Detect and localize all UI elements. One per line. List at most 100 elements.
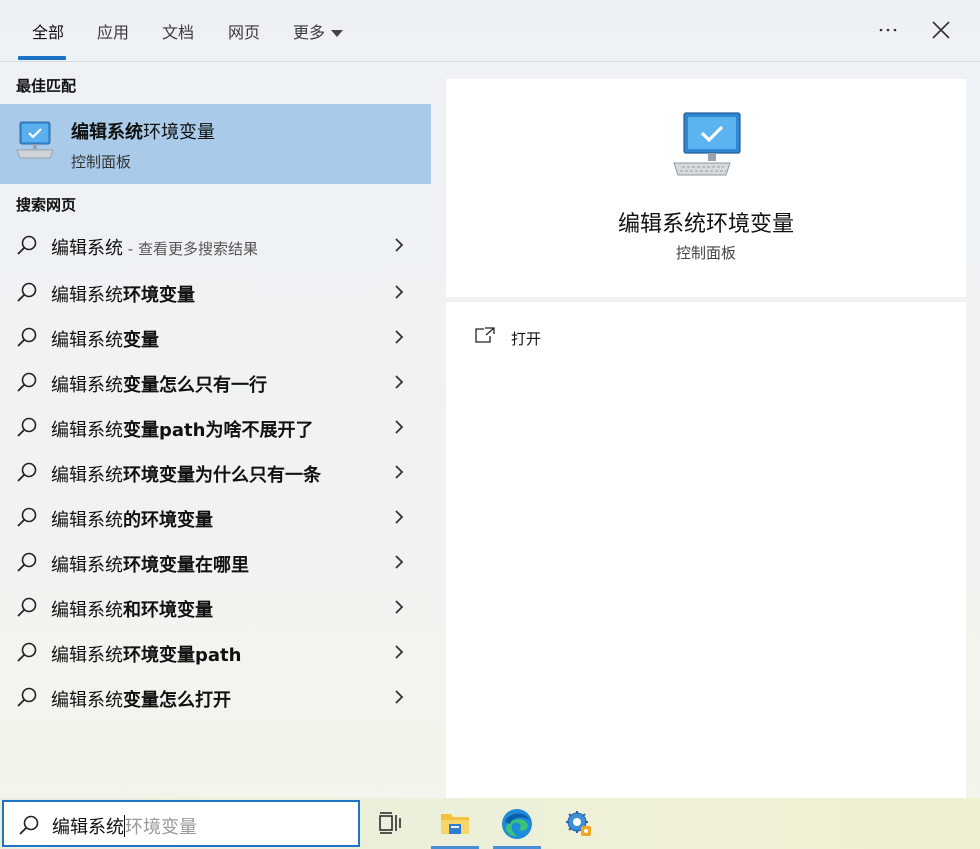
suggestion-prefix: 编辑系统 [51,285,123,306]
search-query: 编辑系统环境变量 [52,813,197,839]
suggestion-prefix: 编辑系统 [51,330,123,351]
web-suggestion-item[interactable]: 编辑系统变量path为啥不展开了 [0,405,431,450]
web-suggestion-item[interactable]: 编辑系统和环境变量 [0,585,431,630]
suggestion-text: 编辑系统环境变量 [51,281,195,307]
suggestion-completion: 环境变量path [123,645,242,666]
best-match-subtitle: 控制面板 [71,153,132,171]
suggestion-text: 编辑系统变量怎么打开 [51,686,231,712]
tab-apps[interactable]: 应用 [97,19,129,43]
web-suggestion-item[interactable]: 编辑系统环境变量在哪里 [0,540,431,585]
search-input[interactable]: 编辑系统环境变量 [2,800,360,847]
web-suggestion-item[interactable]: 编辑系统 - 查看更多搜索结果 [0,223,431,268]
suggestion-text: 编辑系统 - 查看更多搜索结果 [51,234,258,260]
suggestion-completion: 变量怎么只有一行 [123,375,267,396]
web-suggestion-item[interactable]: 编辑系统的环境变量 [0,495,431,540]
open-action-label: 打开 [511,330,542,348]
caret-down-icon [331,29,344,37]
suggestion-text: 编辑系统变量 [51,326,159,352]
chevron-right-icon [395,690,404,704]
close-icon[interactable] [929,18,953,42]
suggestion-completion: 环境变量 [123,285,195,306]
search-icon [17,235,37,255]
tab-more[interactable]: 更多 [293,19,344,43]
chevron-right-icon [395,238,404,252]
taskbar: 编辑系统环境变量 [0,798,980,849]
open-action-button[interactable]: 打开 [474,324,594,352]
search-typed-text: 编辑系统 [52,817,124,838]
suggestion-completion: 变量 [123,330,159,351]
search-scope-tabs: 全部 应用 文档 网页 更多 [0,0,980,62]
web-suggestion-item[interactable]: 编辑系统环境变量 [0,270,431,315]
best-match-title-rest: 环境变量 [143,122,215,143]
results-list: 最佳匹配 编辑系统环境变量 控制面板 搜索网页 编辑系统 - 查看更多搜索结果编… [0,63,431,798]
file-explorer-button[interactable] [429,798,481,849]
suggestion-text: 编辑系统和环境变量 [51,596,213,622]
more-options-icon[interactable] [876,18,900,42]
edge-browser-button[interactable] [491,798,543,849]
suggestion-text: 编辑系统变量path为啥不展开了 [51,416,313,442]
open-external-icon [475,327,495,343]
search-icon [17,642,37,662]
best-match-result[interactable]: 编辑系统环境变量 控制面板 [0,104,431,184]
control-panel-button[interactable] [553,798,605,849]
web-suggestion-item[interactable]: 编辑系统变量怎么只有一行 [0,360,431,405]
suggestion-completion: 和环境变量 [123,600,213,621]
file-explorer-icon [441,814,469,834]
chevron-right-icon [395,330,404,344]
best-match-heading: 最佳匹配 [16,77,77,95]
web-suggestion-item[interactable]: 编辑系统变量 [0,315,431,360]
active-tab-indicator [18,56,66,60]
tab-more-label: 更多 [293,23,326,42]
suggestion-prefix: 编辑系统 [51,465,123,486]
tab-all[interactable]: 全部 [32,19,64,43]
task-view-button[interactable] [365,798,417,849]
suggestion-prefix: 编辑系统 [51,238,123,259]
search-icon [17,507,37,527]
suggestion-text: 编辑系统环境变量在哪里 [51,551,249,577]
chevron-right-icon [395,285,404,299]
task-view-icon [379,812,401,834]
best-match-title-bold: 编辑系统 [71,122,143,143]
suggestion-text: 编辑系统环境变量path [51,641,241,667]
chevron-right-icon [395,375,404,389]
suggestion-prefix: 编辑系统 [51,600,123,621]
web-search-heading: 搜索网页 [16,196,77,214]
suggestion-prefix: 编辑系统 [51,420,123,441]
suggestion-completion: 环境变量为什么只有一条 [123,465,321,486]
preview-header: 编辑系统环境变量 控制面板 [446,79,966,297]
suggestion-hint: - 查看更多搜索结果 [123,240,258,258]
search-icon [17,327,37,347]
suggestion-completion: 的环境变量 [123,510,213,531]
chevron-right-icon [395,465,404,479]
suggestion-completion: 变量怎么打开 [123,690,231,711]
web-suggestion-item[interactable]: 编辑系统变量怎么打开 [0,675,431,720]
chevron-right-icon [395,420,404,434]
search-icon [17,417,37,437]
preview-title: 编辑系统环境变量 [617,212,794,237]
control-panel-icon [566,811,591,836]
preview-subtitle: 控制面板 [675,244,736,262]
suggestion-prefix: 编辑系统 [51,555,123,576]
preview-actions: 打开 [446,302,966,798]
suggestion-prefix: 编辑系统 [51,645,123,666]
chevron-right-icon [395,555,404,569]
suggestion-completion: 变量path为啥不展开了 [123,420,314,441]
suggestion-text: 编辑系统环境变量为什么只有一条 [51,461,321,487]
tab-documents[interactable]: 文档 [162,19,194,43]
suggestion-completion: 环境变量在哪里 [123,555,249,576]
suggestion-prefix: 编辑系统 [51,690,123,711]
best-match-title: 编辑系统环境变量 [71,118,215,144]
monitor-settings-icon [673,112,741,176]
tab-web[interactable]: 网页 [228,19,260,43]
web-suggestion-item[interactable]: 编辑系统环境变量为什么只有一条 [0,450,431,495]
suggestion-prefix: 编辑系统 [51,510,123,531]
search-icon [19,815,39,835]
suggestion-text: 编辑系统变量怎么只有一行 [51,371,267,397]
search-icon [17,552,37,572]
search-autocomplete: 环境变量 [125,817,197,838]
search-icon [17,372,37,392]
suggestion-prefix: 编辑系统 [51,375,123,396]
monitor-settings-icon [16,121,54,159]
web-suggestion-item[interactable]: 编辑系统环境变量path [0,630,431,675]
chevron-right-icon [395,510,404,524]
